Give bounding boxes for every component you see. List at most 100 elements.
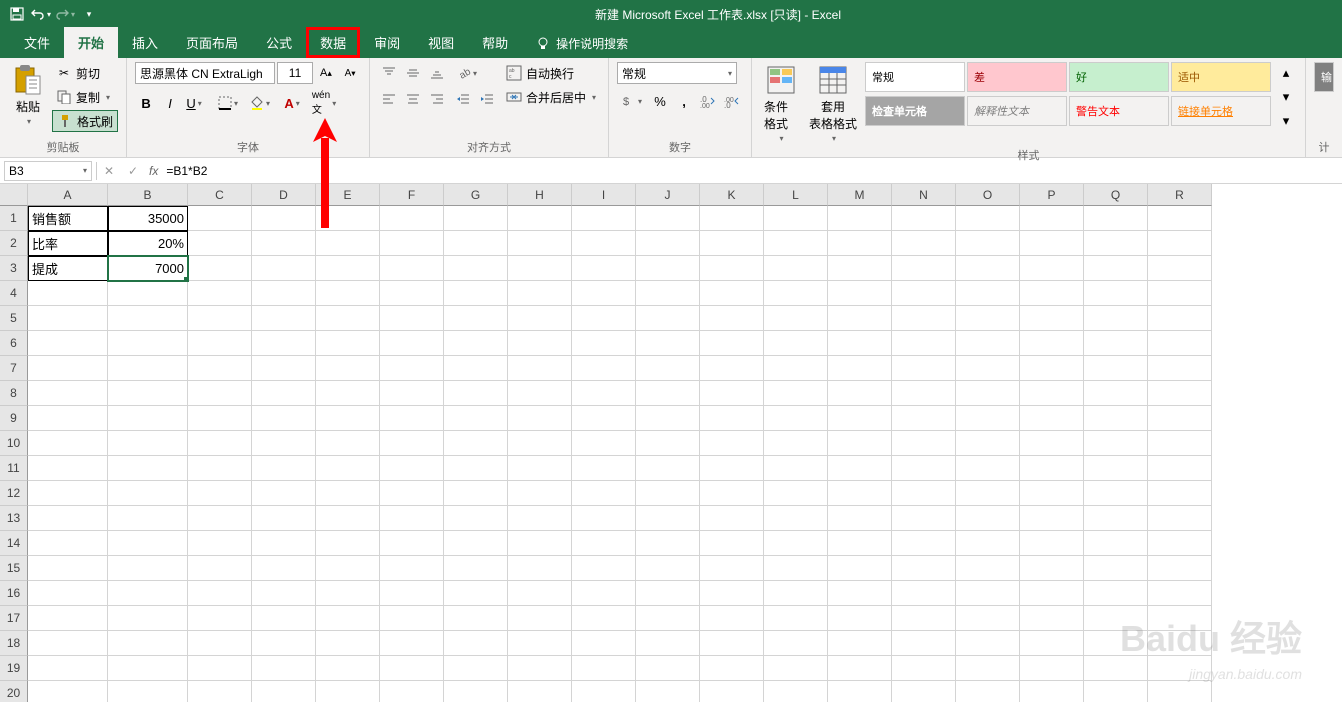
row-header[interactable]: 8 [0,381,28,406]
cell[interactable] [188,431,252,456]
increase-font-icon[interactable]: A▴ [315,62,337,84]
column-header[interactable]: R [1148,184,1212,206]
tab-page-layout[interactable]: 页面布局 [172,27,252,58]
cell[interactable] [1020,631,1084,656]
cell[interactable] [700,531,764,556]
cell[interactable] [252,606,316,631]
cell[interactable] [572,331,636,356]
cell[interactable] [316,506,380,531]
cell[interactable] [508,606,572,631]
row-header[interactable]: 3 [0,256,28,281]
cell[interactable] [828,281,892,306]
cell[interactable] [444,331,508,356]
cell[interactable] [764,481,828,506]
cell[interactable] [188,656,252,681]
cell[interactable] [700,281,764,306]
cell[interactable] [1148,456,1212,481]
cell[interactable] [508,456,572,481]
cell[interactable] [956,281,1020,306]
cell[interactable] [1148,231,1212,256]
cell[interactable] [892,581,956,606]
confirm-formula-icon[interactable]: ✓ [121,161,145,181]
tab-insert[interactable]: 插入 [118,27,172,58]
cell[interactable] [764,281,828,306]
cell[interactable] [764,656,828,681]
row-header[interactable]: 20 [0,681,28,702]
cell[interactable] [108,481,188,506]
cell[interactable] [572,681,636,702]
cell[interactable] [1148,681,1212,702]
tab-home[interactable]: 开始 [64,27,118,58]
cell[interactable] [764,381,828,406]
cell[interactable] [956,506,1020,531]
cell[interactable] [252,206,316,231]
cell[interactable] [444,356,508,381]
column-header[interactable]: L [764,184,828,206]
cell[interactable] [444,281,508,306]
column-header[interactable]: Q [1084,184,1148,206]
cell[interactable] [700,506,764,531]
cell[interactable] [316,656,380,681]
cell[interactable] [956,306,1020,331]
cell[interactable] [380,581,444,606]
bold-button[interactable]: B [135,92,157,114]
cell[interactable] [956,256,1020,281]
cell[interactable] [1084,606,1148,631]
row-header[interactable]: 17 [0,606,28,631]
column-header[interactable]: F [380,184,444,206]
cell[interactable] [28,631,108,656]
cell[interactable] [28,281,108,306]
cell[interactable] [188,531,252,556]
underline-button[interactable]: U▾ [183,92,205,114]
cell[interactable] [956,406,1020,431]
cell[interactable] [108,606,188,631]
cell[interactable]: 比率 [28,231,108,256]
cell[interactable] [188,231,252,256]
cell[interactable] [636,331,700,356]
cell[interactable] [1148,531,1212,556]
cell[interactable] [828,406,892,431]
column-header[interactable]: J [636,184,700,206]
cell[interactable] [252,556,316,581]
cell[interactable] [108,456,188,481]
cell[interactable] [572,281,636,306]
merge-center-button[interactable]: 合并后居中▾ [502,86,600,108]
cell[interactable] [316,456,380,481]
align-center-icon[interactable] [402,88,424,110]
align-middle-icon[interactable] [402,62,424,84]
cell[interactable] [892,206,956,231]
style-linked-cell[interactable]: 链接单元格 [1171,96,1271,126]
style-normal[interactable]: 常规 [865,62,965,92]
cell[interactable] [1020,281,1084,306]
cell[interactable] [444,581,508,606]
cell[interactable] [380,331,444,356]
cell[interactable] [764,406,828,431]
row-header[interactable]: 16 [0,581,28,606]
cell[interactable] [828,456,892,481]
cell[interactable] [1084,456,1148,481]
font-name-input[interactable] [135,62,275,84]
cell[interactable] [956,681,1020,702]
cell[interactable] [28,681,108,702]
cell[interactable] [316,331,380,356]
column-header[interactable]: C [188,184,252,206]
cell[interactable] [956,606,1020,631]
cell[interactable] [956,531,1020,556]
cell[interactable] [1084,431,1148,456]
cell[interactable] [636,206,700,231]
comma-format-button[interactable]: , [673,90,695,112]
cell[interactable] [572,381,636,406]
cell[interactable] [636,656,700,681]
cell[interactable] [380,306,444,331]
cell[interactable] [892,306,956,331]
cell[interactable] [1020,606,1084,631]
cell[interactable] [444,531,508,556]
cell[interactable] [636,481,700,506]
cell[interactable] [108,356,188,381]
cell[interactable] [1148,481,1212,506]
row-header[interactable]: 5 [0,306,28,331]
cell[interactable] [380,681,444,702]
cell[interactable] [252,331,316,356]
cell[interactable] [508,556,572,581]
cell[interactable] [1084,331,1148,356]
